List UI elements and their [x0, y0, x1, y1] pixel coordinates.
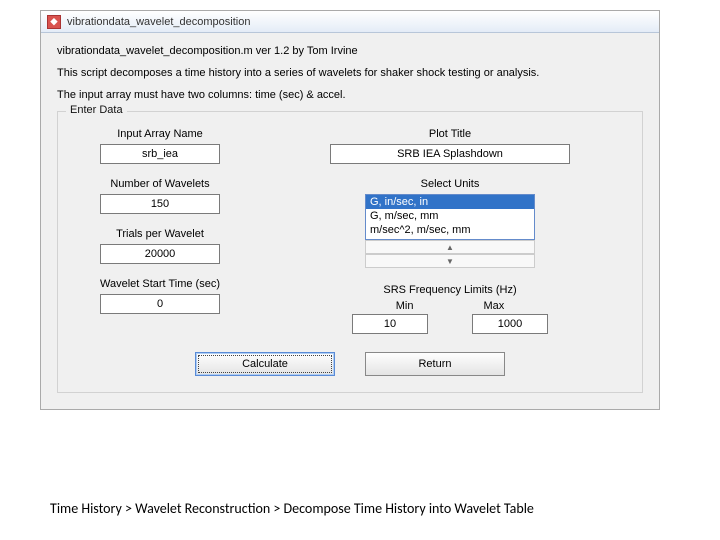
input-array-field[interactable] — [100, 144, 220, 164]
minmax-row — [352, 314, 548, 334]
app-icon: ◆ — [47, 15, 61, 29]
units-option-2[interactable]: m/sec^2, m/sec, mm — [366, 223, 534, 237]
trials-field[interactable] — [100, 244, 220, 264]
window-title: vibrationdata_wavelet_decomposition — [67, 16, 250, 28]
scroll-down-icon[interactable]: ▼ — [365, 254, 535, 268]
return-button[interactable]: Return — [365, 352, 505, 376]
units-scrollbar[interactable]: ▲ ▼ — [365, 240, 535, 268]
units-listbox[interactable]: G, in/sec, in G, m/sec, mm m/sec^2, m/se… — [365, 194, 535, 268]
calculate-button[interactable]: Calculate — [195, 352, 335, 376]
plot-title-field[interactable] — [330, 144, 570, 164]
select-units-label: Select Units — [421, 178, 480, 190]
slide-caption: Time History > Wavelet Reconstruction > … — [50, 500, 534, 517]
main-window: ◆ vibrationdata_wavelet_decomposition vi… — [40, 10, 660, 410]
intro-line-1: vibrationdata_wavelet_decomposition.m ve… — [57, 45, 643, 57]
right-column: Plot Title Select Units G, in/sec, in G,… — [270, 122, 630, 334]
client-area: vibrationdata_wavelet_decomposition.m ve… — [41, 33, 659, 409]
srs-min-field[interactable] — [352, 314, 428, 334]
min-label: Min — [396, 300, 414, 312]
enter-data-fieldset: Enter Data Input Array Name Number of Wa… — [57, 111, 643, 393]
units-option-1[interactable]: G, m/sec, mm — [366, 209, 534, 223]
scroll-up-icon[interactable]: ▲ — [365, 240, 535, 254]
units-option-0[interactable]: G, in/sec, in — [366, 195, 534, 209]
fieldset-legend: Enter Data — [66, 104, 127, 116]
start-time-label: Wavelet Start Time (sec) — [100, 278, 220, 290]
intro-line-3: The input array must have two columns: t… — [57, 89, 643, 101]
button-row: Calculate Return — [70, 352, 630, 376]
num-wavelets-field[interactable] — [100, 194, 220, 214]
left-column: Input Array Name Number of Wavelets Tria… — [70, 122, 250, 334]
srs-max-field[interactable] — [472, 314, 548, 334]
start-time-field[interactable] — [100, 294, 220, 314]
srs-limits-label: SRS Frequency Limits (Hz) — [383, 284, 516, 296]
intro-text: vibrationdata_wavelet_decomposition.m ve… — [57, 45, 643, 101]
minmax-labels: Min Max — [350, 300, 550, 312]
trials-label: Trials per Wavelet — [116, 228, 204, 240]
max-label: Max — [483, 300, 504, 312]
input-array-label: Input Array Name — [117, 128, 203, 140]
plot-title-label: Plot Title — [429, 128, 471, 140]
titlebar[interactable]: ◆ vibrationdata_wavelet_decomposition — [41, 11, 659, 33]
intro-line-2: This script decomposes a time history in… — [57, 67, 643, 79]
num-wavelets-label: Number of Wavelets — [110, 178, 209, 190]
